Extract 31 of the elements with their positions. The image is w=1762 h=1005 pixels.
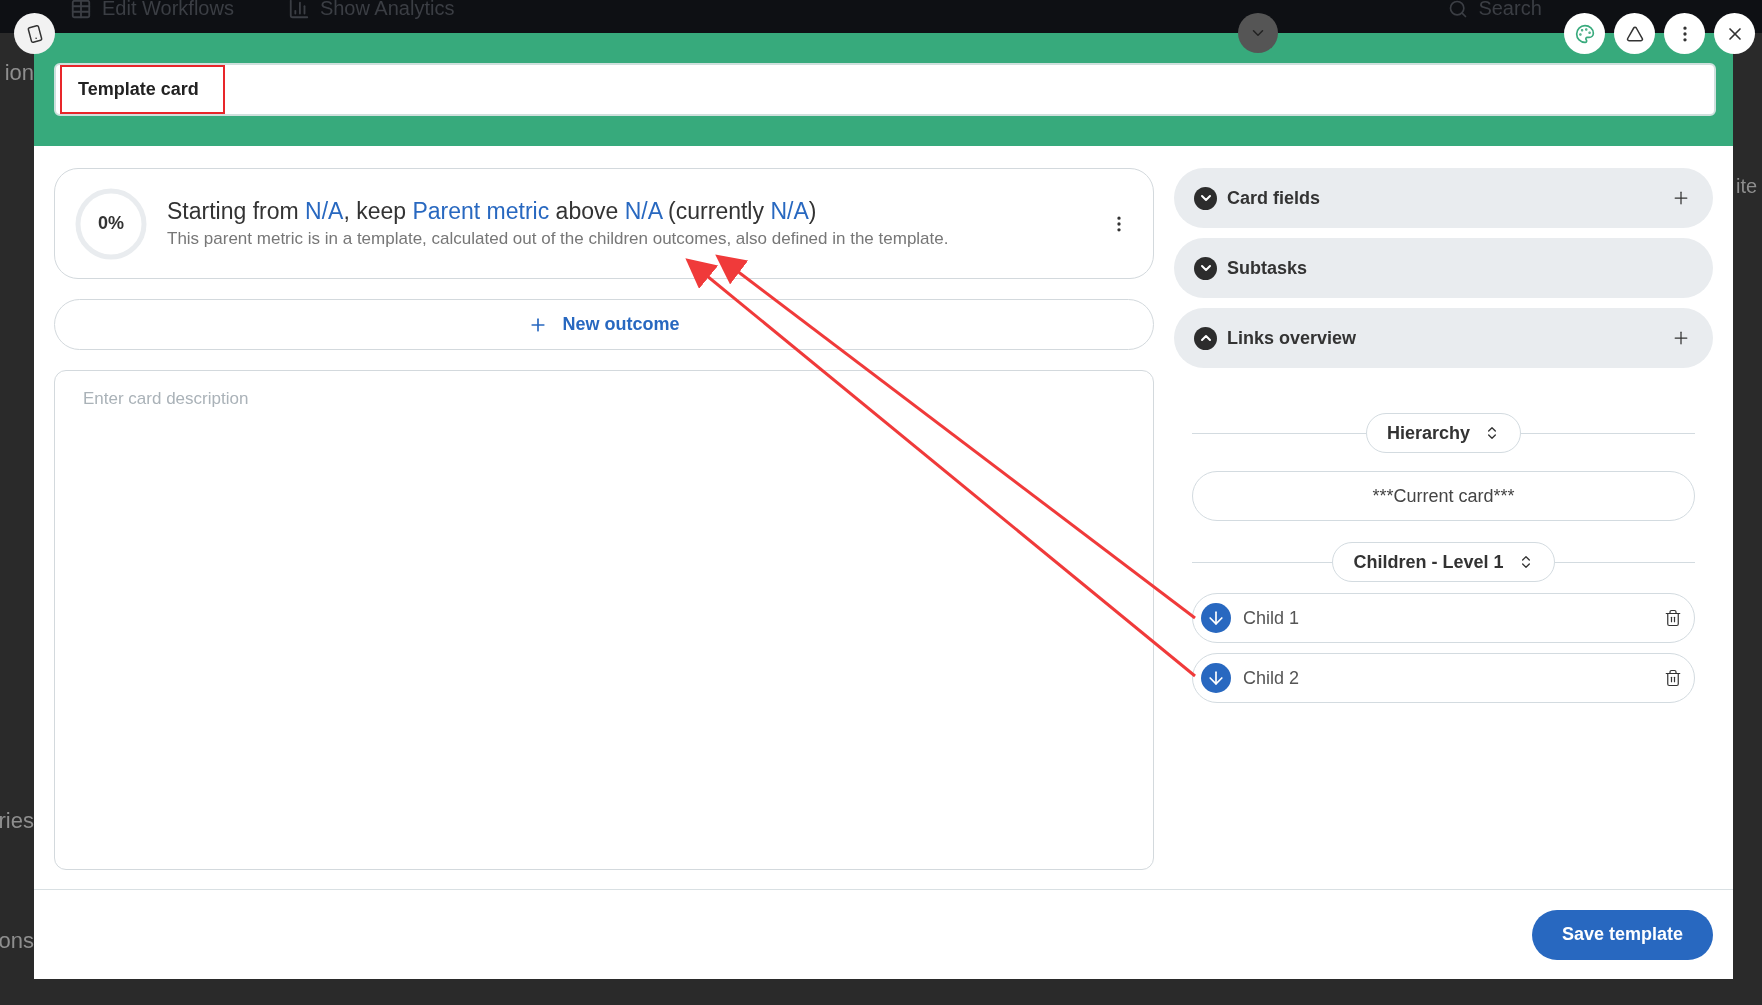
trash-icon[interactable] xyxy=(1664,609,1682,627)
section-title: Card fields xyxy=(1227,187,1322,209)
progress-label: 0% xyxy=(98,213,124,234)
save-template-button[interactable]: Save template xyxy=(1531,909,1713,960)
new-outcome-button[interactable]: New outcome xyxy=(54,299,1154,350)
search-icon xyxy=(1448,0,1469,19)
child-item[interactable]: Child 2 xyxy=(1192,653,1695,703)
child-name: Child 1 xyxy=(1243,607,1301,629)
background-text: ite xyxy=(1736,175,1758,198)
table-icon xyxy=(70,0,92,20)
current-card: ***Current card*** xyxy=(1192,471,1695,521)
arrow-down-icon xyxy=(1201,603,1231,633)
section-title: Links overview xyxy=(1227,327,1358,349)
card-title-field[interactable]: Template card xyxy=(54,63,1716,116)
section-header[interactable]: Subtasks xyxy=(1174,238,1713,298)
section-title: Subtasks xyxy=(1227,257,1309,279)
background-text: ion xyxy=(3,60,34,86)
background-text: ries xyxy=(0,808,34,834)
section-header[interactable]: Links overview xyxy=(1174,308,1713,368)
child-name: Child 2 xyxy=(1243,667,1301,689)
metric-description: This parent metric is in a template, calculated out of the children outcomes, also defined in the template. xyxy=(167,229,950,249)
level-selector[interactable]: Children - Level 1 xyxy=(1332,542,1555,582)
metric-headline: Starting from N/A, keep Parent metric above N/A (currently N/A) xyxy=(167,198,818,225)
arrow-down-icon xyxy=(1201,663,1231,693)
hierarchy-selector[interactable]: Hierarchy xyxy=(1365,413,1522,453)
background-text: ons xyxy=(0,928,34,954)
description-field[interactable]: Enter card description xyxy=(54,370,1154,870)
trash-icon[interactable] xyxy=(1664,669,1682,687)
section-header[interactable]: Card fields xyxy=(1174,168,1713,228)
child-item[interactable]: Child 1 xyxy=(1192,593,1695,643)
chart-icon xyxy=(287,0,310,20)
